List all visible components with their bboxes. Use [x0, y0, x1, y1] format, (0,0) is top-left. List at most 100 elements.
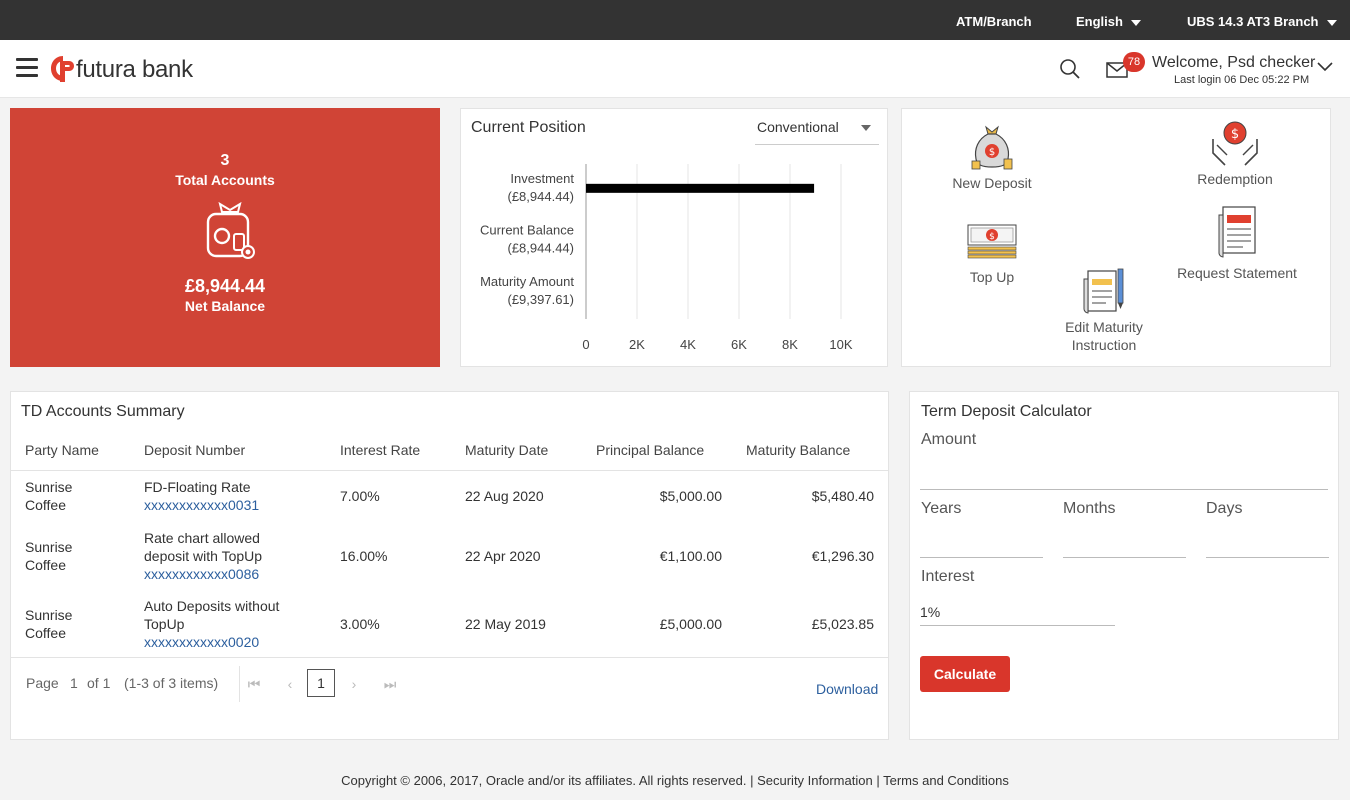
maturity-date-cell: 22 May 2019: [465, 616, 546, 632]
deposit-number-cell: Rate chart allowed deposit with TopUp xxxx…: [130, 522, 326, 590]
column-header-interest-rate[interactable]: Interest Rate: [326, 430, 451, 471]
edit-maturity-label-line1: Edit Maturity: [1065, 319, 1143, 335]
branch-selector[interactable]: UBS 14.3 AT3 Branch: [1187, 14, 1337, 29]
chart-category-label: Investment: [510, 171, 574, 186]
welcome-text: Welcome, Psd checker: [1152, 54, 1316, 71]
party-name-cell: Sunrise Coffee: [25, 607, 73, 641]
party-name-cell: Sunrise Coffee: [25, 479, 73, 514]
accounts-summary-card[interactable]: 3 Total Accounts £8,944.44 Net Balance: [10, 108, 440, 367]
days-label: Days: [1206, 500, 1243, 517]
new-deposit-link[interactable]: $ New Deposit: [942, 123, 1042, 192]
deposit-number-cell: FD-Floating Rate xxxxxxxxxxxx0031: [130, 470, 326, 522]
chart-category-value-label: (£8,944.44): [508, 241, 575, 256]
amount-input[interactable]: [920, 462, 1328, 490]
pager-divider: [239, 666, 240, 702]
search-icon[interactable]: [1058, 57, 1082, 81]
calculator-title: Term Deposit Calculator: [921, 403, 1092, 420]
pagination: Page 1 of 1 (1-3 of 3 items) ⏮ ‹ 1 › ⏭ D…: [11, 657, 888, 705]
days-input[interactable]: [1206, 530, 1329, 558]
page-1-button[interactable]: 1: [307, 669, 335, 697]
request-statement-link[interactable]: Request Statement: [1172, 205, 1302, 282]
term-deposit-calculator-card: Term Deposit Calculator Amount Years Mon…: [909, 391, 1339, 740]
terms-and-conditions-link[interactable]: Terms and Conditions: [883, 773, 1009, 788]
column-header-party-name[interactable]: Party Name: [11, 430, 130, 471]
account-number-link[interactable]: xxxxxxxxxxxx0020: [144, 633, 326, 651]
column-header-maturity-date[interactable]: Maturity Date: [451, 430, 582, 471]
maturity-date-cell: 22 Aug 2020: [465, 488, 544, 505]
chart-bar: [586, 183, 815, 193]
td-accounts-summary-card: TD Accounts Summary Party Name Deposit N…: [10, 391, 889, 740]
column-header-principal-balance[interactable]: Principal Balance: [582, 430, 722, 471]
chart-tick-label: 10K: [829, 337, 852, 352]
party-name-cell: Sunrise Coffee: [25, 539, 73, 573]
savings-jar-icon: [206, 201, 255, 259]
footer-separator: |: [876, 773, 880, 788]
notifications-button[interactable]: 78: [1106, 52, 1146, 82]
years-input[interactable]: [920, 530, 1043, 558]
svg-text:$: $: [989, 232, 995, 242]
amount-label: Amount: [921, 431, 977, 448]
top-up-link[interactable]: $ Top Up: [942, 221, 1042, 286]
edit-maturity-label-line2: Instruction: [1071, 337, 1137, 353]
footer: Copyright © 2006, 2017, Oracle and/or it…: [0, 773, 1350, 788]
chart-category-value-label: (£8,944.44): [508, 189, 575, 204]
column-header-maturity-balance[interactable]: Maturity Balance: [722, 430, 888, 471]
quick-links-card: $ New Deposit $ Redemption $ Top Up Requ…: [901, 108, 1331, 367]
chart-category-label: Maturity Amount: [480, 274, 574, 289]
total-pages: of 1: [87, 675, 111, 691]
security-information-link[interactable]: Security Information: [757, 773, 873, 788]
top-up-label: Top Up: [969, 269, 1015, 285]
maturity-balance-cell: £5,023.85: [811, 616, 874, 632]
svg-text:$: $: [989, 147, 995, 158]
branch-label: UBS 14.3 AT3 Branch: [1187, 14, 1319, 29]
previous-page-icon[interactable]: ‹: [281, 676, 299, 694]
redemption-label: Redemption: [1197, 171, 1273, 187]
column-header-deposit-number[interactable]: Deposit Number: [130, 430, 326, 471]
notification-badge: 78: [1123, 52, 1145, 72]
chart-tick-label: 2K: [629, 337, 645, 352]
chevron-down-icon: [1130, 19, 1141, 26]
table-row: Sunrise Coffee Rate chart allowed deposit …: [11, 522, 888, 590]
years-label: Years: [921, 500, 962, 517]
top-bar: ATM/Branch English UBS 14.3 AT3 Branch: [0, 0, 1350, 40]
last-login-text: Last login 06 Dec 05:22 PM: [1174, 74, 1310, 86]
interest-rate-cell: 7.00%: [340, 488, 380, 505]
menu-icon[interactable]: [16, 58, 38, 78]
new-deposit-label: New Deposit: [952, 175, 1032, 191]
next-page-icon[interactable]: ›: [345, 676, 363, 694]
svg-text:$: $: [1231, 127, 1239, 142]
td-accounts-table: Party Name Deposit Number Interest Rate …: [11, 430, 888, 658]
account-number-link[interactable]: xxxxxxxxxxxx0031: [144, 496, 326, 514]
interest-label: Interest: [921, 568, 975, 585]
maturity-balance-cell: $5,480.40: [811, 488, 874, 505]
atm-branch-link[interactable]: ATM/Branch: [956, 14, 1032, 29]
bank-name: futura bank: [76, 56, 193, 83]
money-bag-icon: $: [971, 125, 1013, 170]
items-info: (1-3 of 3 items): [124, 675, 219, 691]
header: futura bank 78 Welcome, Psd checker Last…: [0, 40, 1350, 98]
principal-balance-cell: £5,000.00: [659, 616, 722, 632]
request-statement-label: Request Statement: [1177, 265, 1297, 281]
language-label: English: [1076, 14, 1123, 29]
first-page-icon[interactable]: ⏮: [245, 676, 263, 694]
chart-category-value-label: (£9,397.61): [508, 292, 575, 307]
language-selector[interactable]: English: [1076, 14, 1141, 29]
months-label: Months: [1063, 500, 1116, 517]
interest-input[interactable]: [920, 598, 1115, 626]
chart-tick-label: 0: [582, 337, 589, 352]
td-summary-title: TD Accounts Summary: [21, 403, 185, 420]
chevron-down-icon[interactable]: [1316, 60, 1334, 74]
download-link[interactable]: Download: [816, 681, 878, 697]
chart-category-label: Current Balance: [480, 223, 574, 238]
account-number-link[interactable]: xxxxxxxxxxxx0086: [144, 565, 326, 583]
copyright-text: Copyright © 2006, 2017, Oracle and/or it…: [341, 773, 754, 788]
chart-tick-label: 8K: [782, 337, 798, 352]
months-input[interactable]: [1063, 530, 1186, 558]
last-page-icon[interactable]: ⏭: [381, 676, 399, 694]
edit-maturity-instruction-link[interactable]: Edit Maturity Instruction: [1052, 267, 1156, 354]
hands-coin-icon: $: [1212, 121, 1258, 166]
chevron-down-icon: [1326, 19, 1337, 26]
redemption-link[interactable]: $ Redemption: [1185, 119, 1285, 188]
net-balance-label: Net Balance: [184, 298, 266, 314]
calculate-button[interactable]: Calculate: [920, 656, 1010, 692]
